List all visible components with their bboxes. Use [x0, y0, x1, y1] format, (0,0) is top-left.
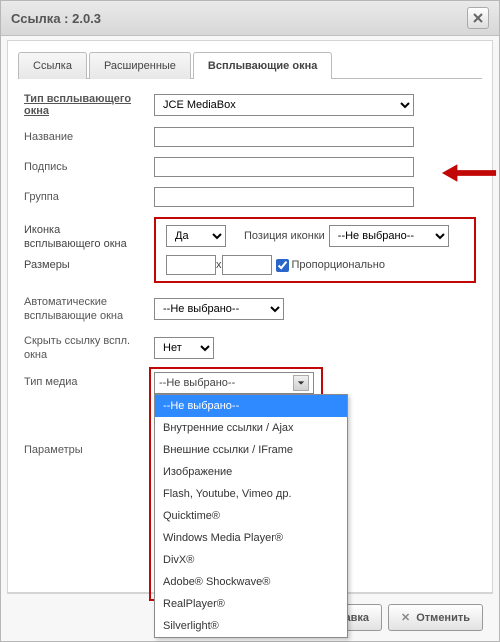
annotation-arrow — [440, 161, 498, 188]
row-title: Название — [24, 127, 476, 147]
row-media-type: Тип медиа --Не выбрано-- --Не выбрано-- … — [24, 372, 476, 394]
media-label: Тип медиа — [24, 372, 154, 388]
hide-label: Скрыть ссылку вспл.окна — [24, 334, 154, 363]
media-opt-flash[interactable]: Flash, Youtube, Vimeo др. — [155, 483, 347, 505]
row-caption: Подпись — [24, 157, 476, 177]
media-opt-none[interactable]: --Не выбрано-- — [155, 395, 347, 417]
height-input[interactable] — [222, 255, 272, 275]
media-opt-ajax[interactable]: Внутренние ссылки / Ajax — [155, 417, 347, 439]
hide-select[interactable]: Нет — [154, 337, 214, 359]
title-label: Название — [24, 131, 154, 143]
tab-advanced[interactable]: Расширенные — [89, 52, 191, 79]
row-popup-type: Тип всплывающего окна JCE MediaBox — [24, 93, 476, 117]
row-auto-popup: Автоматическиевсплывающие окна --Не выбр… — [24, 295, 476, 324]
media-opt-realplayer[interactable]: RealPlayer® — [155, 593, 347, 615]
tab-link[interactable]: Ссылка — [18, 52, 87, 79]
media-type-field[interactable]: --Не выбрано-- — [154, 372, 314, 394]
title-bar: Ссылка : 2.0.3 — [1, 1, 499, 36]
media-type-list: --Не выбрано-- Внутренние ссылки / Ajax … — [154, 394, 348, 638]
caption-input[interactable] — [154, 157, 414, 177]
icon-pos-select[interactable]: --Не выбрано-- — [329, 225, 449, 247]
row-hide-link: Скрыть ссылку вспл.окна Нет — [24, 334, 476, 363]
media-opt-image[interactable]: Изображение — [155, 461, 347, 483]
title-input[interactable] — [154, 127, 414, 147]
media-opt-divx[interactable]: DivX® — [155, 549, 347, 571]
caption-label: Подпись — [24, 161, 154, 173]
arrow-left-icon — [440, 161, 498, 185]
media-opt-silverlight[interactable]: Silverlight® — [155, 615, 347, 637]
group-label: Группа — [24, 191, 154, 203]
media-opt-wmp[interactable]: Windows Media Player® — [155, 527, 347, 549]
proportional-checkbox[interactable] — [276, 259, 289, 272]
row-group: Группа — [24, 187, 476, 207]
group-input[interactable] — [154, 187, 414, 207]
media-opt-iframe[interactable]: Внешние ссылки / IFrame — [155, 439, 347, 461]
media-type-dropdown[interactable]: --Не выбрано-- --Не выбрано-- Внутренние… — [154, 372, 314, 394]
popup-form: Тип всплывающего окна JCE MediaBox Назва… — [18, 79, 482, 592]
popup-type-select[interactable]: JCE MediaBox — [154, 94, 414, 116]
width-input[interactable] — [166, 255, 216, 275]
close-icon: ✕ — [401, 611, 410, 624]
popup-type-label[interactable]: Тип всплывающего окна — [24, 93, 154, 117]
icon-select[interactable]: Да — [166, 225, 226, 247]
icon-label: Иконкавсплывающего окна — [24, 217, 154, 293]
auto-select[interactable]: --Не выбрано-- — [154, 298, 284, 320]
row-icon-dims: Иконкавсплывающего окна Да Позиция иконк… — [24, 217, 476, 293]
tab-popups[interactable]: Всплывающие окна — [193, 52, 332, 79]
window-title: Ссылка : 2.0.3 — [11, 11, 101, 26]
media-opt-quicktime[interactable]: Quicktime® — [155, 505, 347, 527]
cancel-button[interactable]: ✕ Отменить — [388, 604, 483, 631]
proportional-label: Пропорционально — [292, 259, 385, 271]
auto-label: Автоматическиевсплывающие окна — [24, 295, 154, 324]
highlight-icon-box: Да Позиция иконки --Не выбрано-- x Пропо… — [154, 217, 476, 283]
dialog-body: Ссылка Расширенные Всплывающие окна Тип … — [7, 40, 493, 593]
tabs: Ссылка Расширенные Всплывающие окна — [18, 51, 482, 79]
link-dialog: Ссылка : 2.0.3 Ссылка Расширенные Всплыв… — [0, 0, 500, 642]
media-opt-shockwave[interactable]: Adobe® Shockwave® — [155, 571, 347, 593]
close-button[interactable] — [467, 7, 489, 29]
chevron-down-icon — [293, 375, 309, 391]
close-icon — [473, 13, 483, 23]
icon-pos-label: Позиция иконки — [244, 230, 325, 242]
params-label: Параметры — [24, 444, 154, 456]
